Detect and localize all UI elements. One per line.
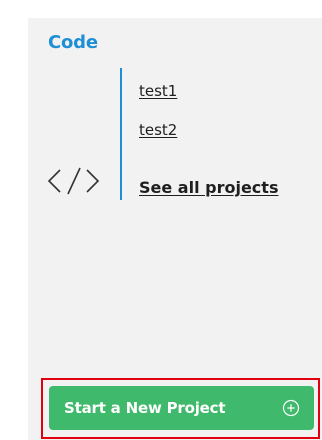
project-link-test2[interactable]: test2: [139, 121, 177, 139]
code-card: Code test1 test2 See all projects Start …: [28, 18, 322, 440]
plus-circle-icon: [282, 399, 300, 417]
start-new-project-label: Start a New Project: [64, 399, 226, 417]
see-all-projects-link[interactable]: See all projects: [139, 179, 278, 197]
start-new-project-button[interactable]: Start a New Project: [49, 386, 314, 430]
project-link-test1[interactable]: test1: [139, 82, 177, 100]
card-divider: [120, 68, 122, 200]
code-brackets-icon: [47, 167, 100, 195]
card-title: Code: [48, 32, 98, 53]
